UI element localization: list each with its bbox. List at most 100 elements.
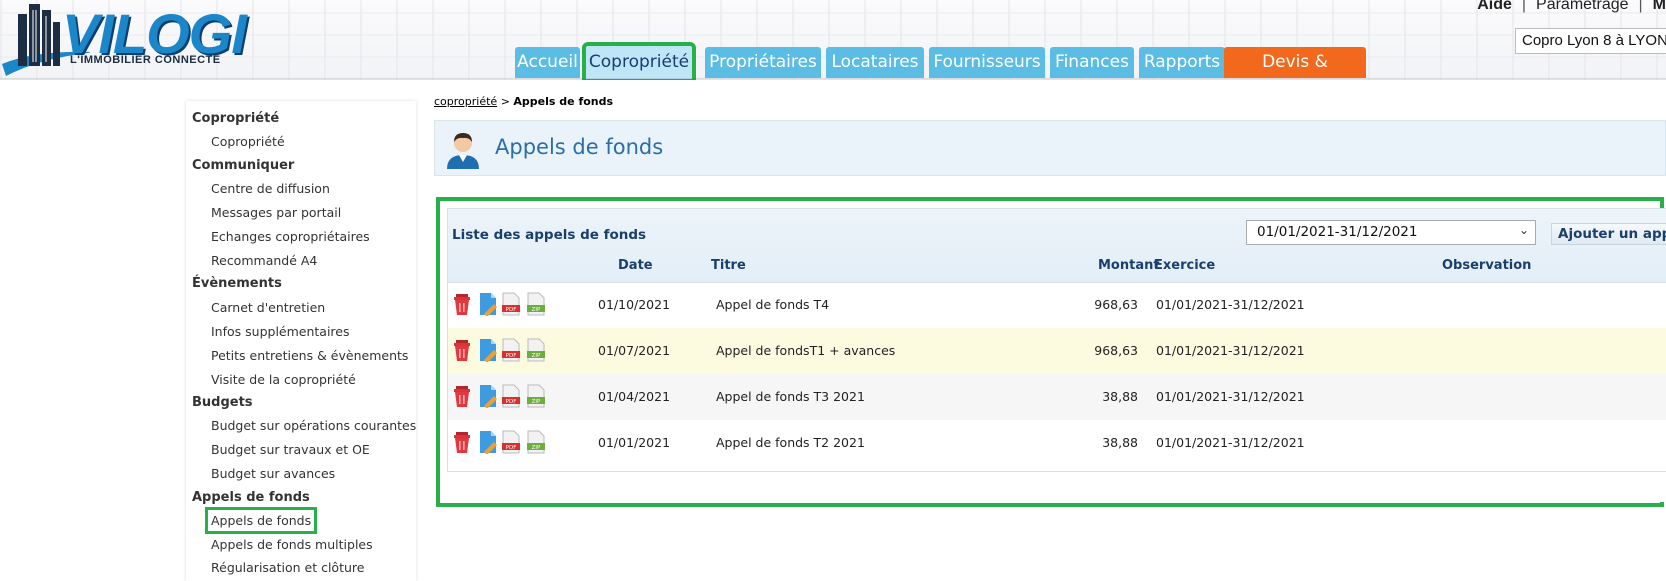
top-links: Aide | Paramétrage | M <box>1477 0 1666 14</box>
trash-icon[interactable] <box>452 384 472 408</box>
app-header: VILOGI L'IMMOBILIER CONNECTÉ Aide | Paramé… <box>0 0 1666 80</box>
zip-icon-label: ZIP <box>532 445 541 451</box>
row-montant: 968,63 <box>1094 343 1138 358</box>
row-montant: 38,88 <box>1102 389 1138 404</box>
row-exercice: 01/01/2021-31/12/2021 <box>1156 435 1305 450</box>
pdf-icon[interactable]: PDF <box>501 338 521 362</box>
column-header-exercice[interactable]: Exercice <box>1154 258 1215 273</box>
tab-proprietaires[interactable]: Propriétaires <box>705 47 821 78</box>
sidebar-item-budget-travaux[interactable]: Budget sur travaux et OE <box>211 442 370 457</box>
edit-document-icon[interactable] <box>478 430 498 454</box>
sidebar-item-carnet-entretien[interactable]: Carnet d'entretien <box>211 300 325 315</box>
account-link[interactable]: M <box>1653 0 1666 13</box>
column-header-montant[interactable]: Montant <box>1098 258 1160 273</box>
zip-icon-label: ZIP <box>532 353 541 359</box>
pdf-icon[interactable]: PDF <box>501 292 521 316</box>
breadcrumb: copropriété > Appels de fonds <box>434 95 613 108</box>
pdf-icon-label: PDF <box>506 399 517 405</box>
pdf-icon-label: PDF <box>506 353 517 359</box>
table-row[interactable]: PDF ZIP 01/04/2021 Appel de fonds T3 202… <box>448 374 1666 420</box>
row-actions: PDF ZIP <box>448 384 558 410</box>
separator: | <box>1638 0 1643 13</box>
sidebar-item-messages-portail[interactable]: Messages par portail <box>211 205 341 220</box>
tab-accueil[interactable]: Accueil <box>515 47 580 78</box>
sidebar-item-infos-supplementaires[interactable]: Infos supplémentaires <box>211 324 350 339</box>
list-header: Liste des appels de fonds 01/01/2021-31/… <box>448 209 1666 283</box>
column-header-observation[interactable]: Observation <box>1442 258 1531 273</box>
pdf-icon-label: PDF <box>506 307 517 313</box>
table-row[interactable]: PDF ZIP 01/07/2021 Appel de fondsT1 + av… <box>448 328 1666 374</box>
row-exercice: 01/01/2021-31/12/2021 <box>1156 297 1305 312</box>
sidebar-item-copropriete[interactable]: Copropriété <box>211 134 285 149</box>
sidebar-section-budgets: Budgets <box>192 395 253 410</box>
separator: | <box>1521 0 1527 13</box>
row-titre: Appel de fonds T2 2021 <box>716 435 865 450</box>
row-date: 01/01/2021 <box>598 435 671 450</box>
breadcrumb-separator: > <box>500 95 510 108</box>
tab-finances[interactable]: Finances <box>1050 47 1134 78</box>
sidebar-item-budget-operations[interactable]: Budget sur opérations courantes <box>211 418 416 433</box>
row-exercice: 01/01/2021-31/12/2021 <box>1156 389 1305 404</box>
sidebar-item-recommande-a4[interactable]: Recommandé A4 <box>211 253 317 268</box>
row-date: 01/04/2021 <box>598 389 671 404</box>
row-actions: PDF ZIP <box>448 292 558 318</box>
appels-list-frame: Liste des appels de fonds 01/01/2021-31/… <box>436 197 1666 507</box>
trash-icon[interactable] <box>452 292 472 316</box>
column-header-date[interactable]: Date <box>618 258 653 273</box>
tab-fournisseurs[interactable]: Fournisseurs <box>929 47 1045 78</box>
sidebar-item-budget-avances[interactable]: Budget sur avances <box>211 466 335 481</box>
breadcrumb-current: Appels de fonds <box>513 95 614 108</box>
period-select[interactable]: 01/01/2021-31/12/2021 ⌄ <box>1246 220 1536 245</box>
table-row[interactable]: PDF ZIP 01/01/2021 Appel de fonds T2 202… <box>448 420 1666 466</box>
zip-icon[interactable]: ZIP <box>526 384 546 408</box>
sidebar-section-appels-fonds: Appels de fonds <box>192 490 310 505</box>
settings-link[interactable]: Paramétrage <box>1536 0 1629 13</box>
tab-devis-services[interactable]: Devis & Services <box>1224 47 1366 78</box>
pdf-icon[interactable]: PDF <box>501 430 521 454</box>
list-footer <box>447 471 1666 502</box>
zip-icon[interactable]: ZIP <box>526 338 546 362</box>
breadcrumb-link-copropriete[interactable]: copropriété <box>434 95 497 108</box>
add-appel-button[interactable]: Ajouter un appel <box>1551 223 1666 245</box>
column-header-titre[interactable]: Titre <box>711 258 746 273</box>
row-titre: Appel de fonds T4 <box>716 297 830 312</box>
sidebar: Copropriété Copropriété Communiquer Cent… <box>186 101 416 581</box>
sidebar-item-petits-entretiens[interactable]: Petits entretiens & évènements <box>211 348 408 363</box>
zip-icon[interactable]: ZIP <box>526 430 546 454</box>
logo-tagline: L'IMMOBILIER CONNECTÉ <box>70 54 221 66</box>
sidebar-section-evenements: Évènements <box>192 276 282 291</box>
appels-list-panel: Liste des appels de fonds 01/01/2021-31/… <box>447 208 1666 476</box>
row-titre: Appel de fonds T3 2021 <box>716 389 865 404</box>
tab-copropriete[interactable]: Copropriété <box>582 42 696 80</box>
sidebar-section-communiquer: Communiquer <box>192 158 295 173</box>
edit-document-icon[interactable] <box>478 338 498 362</box>
trash-icon[interactable] <box>452 338 472 362</box>
list-title: Liste des appels de fonds <box>452 227 647 243</box>
edit-document-icon[interactable] <box>478 292 498 316</box>
tab-locataires[interactable]: Locataires <box>826 47 924 78</box>
user-icon <box>447 133 479 169</box>
sidebar-item-echanges-coproprietaires[interactable]: Echanges copropriétaires <box>211 229 370 244</box>
sidebar-item-centre-diffusion[interactable]: Centre de diffusion <box>211 181 330 196</box>
vilogi-logo[interactable]: VILOGI L'IMMOBILIER CONNECTÉ <box>0 0 260 78</box>
zip-icon-label: ZIP <box>532 307 541 313</box>
sidebar-item-appels-fonds[interactable]: Appels de fonds <box>204 507 318 534</box>
row-actions: PDF ZIP <box>448 338 558 364</box>
sidebar-section-copropriete: Copropriété <box>192 111 280 126</box>
sidebar-item-appels-fonds-multiples[interactable]: Appels de fonds multiples <box>211 537 373 552</box>
sidebar-item-regularisation-cloture[interactable]: Régularisation et clôture <box>211 560 364 575</box>
edit-document-icon[interactable] <box>478 384 498 408</box>
trash-icon[interactable] <box>452 430 472 454</box>
help-link[interactable]: Aide <box>1477 0 1512 13</box>
chevron-down-icon: ⌄ <box>1518 223 1529 237</box>
zip-icon[interactable]: ZIP <box>526 292 546 316</box>
pdf-icon[interactable]: PDF <box>501 384 521 408</box>
copropriete-selector[interactable]: Copro Lyon 8 à LYON <box>1515 28 1666 54</box>
table-row[interactable]: PDF ZIP 01/10/2021 Appel de fonds T4 968… <box>448 282 1666 328</box>
row-actions: PDF ZIP <box>448 430 558 456</box>
row-exercice: 01/01/2021-31/12/2021 <box>1156 343 1305 358</box>
row-montant: 38,88 <box>1102 435 1138 450</box>
row-date: 01/07/2021 <box>598 343 671 358</box>
tab-rapports[interactable]: Rapports <box>1139 47 1225 78</box>
sidebar-item-visite-copropriete[interactable]: Visite de la copropriété <box>211 372 356 387</box>
